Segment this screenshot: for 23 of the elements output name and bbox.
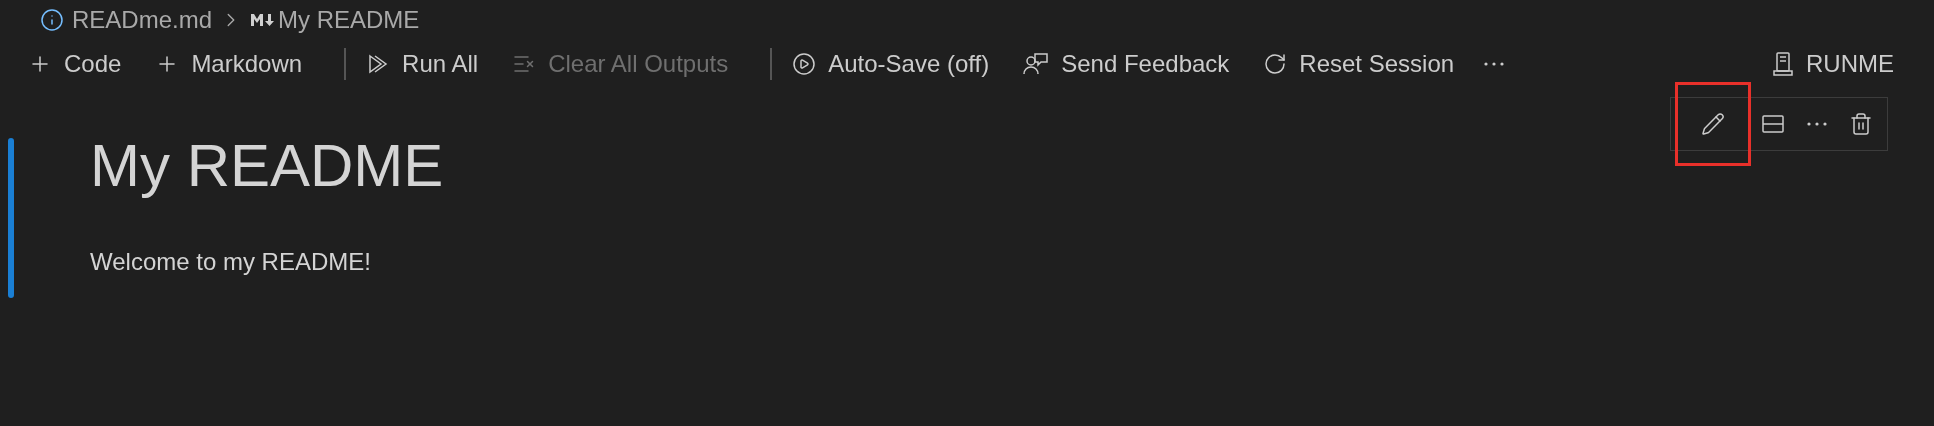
markdown-heading: My README	[90, 131, 445, 201]
reset-icon	[1263, 52, 1288, 76]
toolbar-button[interactable]: Markdown	[149, 46, 309, 82]
toolbar-button[interactable]: Code	[22, 46, 128, 82]
markdown-icon	[250, 12, 277, 28]
delete-icon	[1849, 112, 1873, 136]
breadcrumb-section[interactable]: My README	[278, 2, 420, 38]
feedback-icon	[1023, 52, 1050, 76]
play-circle-icon	[792, 52, 817, 76]
breadcrumb-file[interactable]: READme.md	[72, 2, 213, 38]
markdown-paragraph: Welcome to my README!	[90, 247, 372, 277]
toolbar-button[interactable]: Run All	[360, 46, 485, 82]
toolbar-button[interactable]: Auto-Save (off)	[786, 46, 996, 82]
cell-action-button[interactable]	[1675, 82, 1751, 166]
more-icon	[1807, 122, 1827, 126]
toolbar-button[interactable]: Reset Session	[1257, 46, 1461, 82]
info-icon	[40, 8, 64, 32]
edit-icon	[1701, 112, 1725, 136]
toolbar-button[interactable]: Send Feedback	[1017, 46, 1236, 82]
split-cell-icon	[1761, 112, 1785, 136]
kernel-button[interactable]: RUNME	[1772, 46, 1894, 82]
more-icon[interactable]	[1484, 62, 1505, 66]
device-icon	[1772, 51, 1794, 77]
